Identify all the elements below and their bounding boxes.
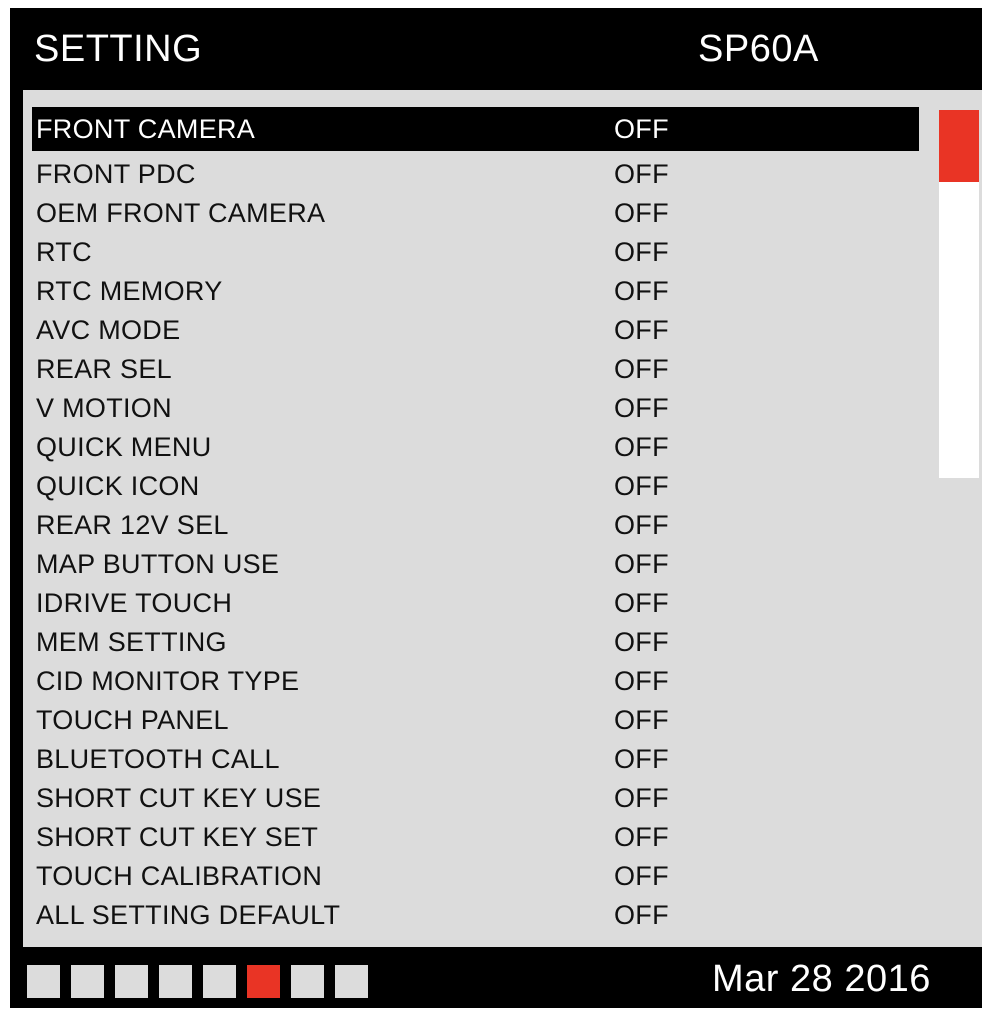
- page-title: SETTING: [34, 28, 203, 70]
- setting-value: OFF: [614, 392, 669, 423]
- page-dot[interactable]: [115, 965, 148, 998]
- setting-row[interactable]: AVC MODE OFF: [32, 311, 919, 349]
- setting-label: REAR 12V SEL: [36, 509, 229, 540]
- setting-value: OFF: [614, 158, 669, 189]
- setting-label: QUICK MENU: [36, 431, 212, 462]
- setting-label: FRONT PDC: [36, 158, 196, 189]
- date-display: Mar 28 2016: [712, 958, 931, 1000]
- setting-label: AVC MODE: [36, 314, 181, 345]
- scrollbar-thumb[interactable]: [939, 110, 979, 182]
- setting-value: OFF: [614, 821, 669, 852]
- setting-value: OFF: [614, 548, 669, 579]
- setting-row[interactable]: TOUCH CALIBRATION OFF: [32, 857, 919, 895]
- setting-value: OFF: [614, 626, 669, 657]
- setting-value: OFF: [614, 860, 669, 891]
- setting-label: SHORT CUT KEY SET: [36, 821, 319, 852]
- setting-label: REAR SEL: [36, 353, 172, 384]
- setting-value: OFF: [614, 665, 669, 696]
- setting-label: V MOTION: [36, 392, 172, 423]
- setting-value: OFF: [614, 704, 669, 735]
- setting-row[interactable]: QUICK ICON OFF: [32, 467, 919, 505]
- setting-value: OFF: [614, 587, 669, 618]
- setting-label: MEM SETTING: [36, 626, 227, 657]
- setting-label: BLUETOOTH CALL: [36, 743, 280, 774]
- setting-row[interactable]: CID MONITOR TYPE OFF: [32, 662, 919, 700]
- setting-row[interactable]: TOUCH PANEL OFF: [32, 701, 919, 739]
- setting-label: MAP BUTTON USE: [36, 548, 280, 579]
- setting-value: OFF: [614, 236, 669, 267]
- device-model: SP60A: [698, 28, 819, 70]
- setting-value: OFF: [614, 314, 669, 345]
- setting-row[interactable]: OEM FRONT CAMERA OFF: [32, 194, 919, 232]
- setting-label: IDRIVE TOUCH: [36, 587, 233, 618]
- page-dot[interactable]: [335, 965, 368, 998]
- setting-label: RTC MEMORY: [36, 275, 223, 306]
- page-dot[interactable]: [159, 965, 192, 998]
- page-dot[interactable]: [71, 965, 104, 998]
- setting-row[interactable]: RTC MEMORY OFF: [32, 272, 919, 310]
- setting-label: SHORT CUT KEY USE: [36, 782, 322, 813]
- setting-row[interactable]: IDRIVE TOUCH OFF: [32, 584, 919, 622]
- settings-list-panel: FRONT CAMERA OFF FRONT PDC OFF OEM FRONT CAM…: [23, 90, 982, 947]
- setting-row[interactable]: SHORT CUT KEY SET OFF: [32, 818, 919, 856]
- setting-row[interactable]: FRONT PDC OFF: [32, 155, 919, 193]
- setting-row[interactable]: BLUETOOTH CALL OFF: [32, 740, 919, 778]
- setting-label: FRONT CAMERA: [36, 113, 256, 144]
- page-dot[interactable]: [203, 965, 236, 998]
- setting-value: OFF: [614, 899, 669, 930]
- page-indicator: [27, 965, 368, 998]
- setting-row[interactable]: V MOTION OFF: [32, 389, 919, 427]
- page-dot[interactable]: [291, 965, 324, 998]
- page-dot[interactable]: [27, 965, 60, 998]
- setting-value: OFF: [614, 782, 669, 813]
- setting-label: QUICK ICON: [36, 470, 200, 501]
- page-dot[interactable]: [247, 965, 280, 998]
- setting-value: OFF: [614, 113, 669, 144]
- settings-screen: SETTING SP60A FRONT CAMERA OFF FRONT PDC OF…: [10, 8, 982, 1008]
- setting-value: OFF: [614, 470, 669, 501]
- setting-label: RTC: [36, 236, 92, 267]
- setting-row[interactable]: FRONT CAMERA OFF: [32, 107, 919, 151]
- setting-value: OFF: [614, 743, 669, 774]
- setting-row[interactable]: ALL SETTING DEFAULT OFF: [32, 896, 919, 934]
- setting-value: OFF: [614, 509, 669, 540]
- setting-row[interactable]: REAR SEL OFF: [32, 350, 919, 388]
- scrollbar[interactable]: [939, 110, 979, 478]
- setting-label: TOUCH CALIBRATION: [36, 860, 323, 891]
- setting-row[interactable]: RTC OFF: [32, 233, 919, 271]
- setting-row[interactable]: MEM SETTING OFF: [32, 623, 919, 661]
- setting-value: OFF: [614, 197, 669, 228]
- setting-label: TOUCH PANEL: [36, 704, 229, 735]
- setting-row[interactable]: REAR 12V SEL OFF: [32, 506, 919, 544]
- setting-label: ALL SETTING DEFAULT: [36, 899, 341, 930]
- setting-value: OFF: [614, 275, 669, 306]
- setting-value: OFF: [614, 431, 669, 462]
- setting-row[interactable]: QUICK MENU OFF: [32, 428, 919, 466]
- setting-label: OEM FRONT CAMERA: [36, 197, 326, 228]
- setting-row[interactable]: SHORT CUT KEY USE OFF: [32, 779, 919, 817]
- setting-row[interactable]: MAP BUTTON USE OFF: [32, 545, 919, 583]
- setting-label: CID MONITOR TYPE: [36, 665, 300, 696]
- setting-value: OFF: [614, 353, 669, 384]
